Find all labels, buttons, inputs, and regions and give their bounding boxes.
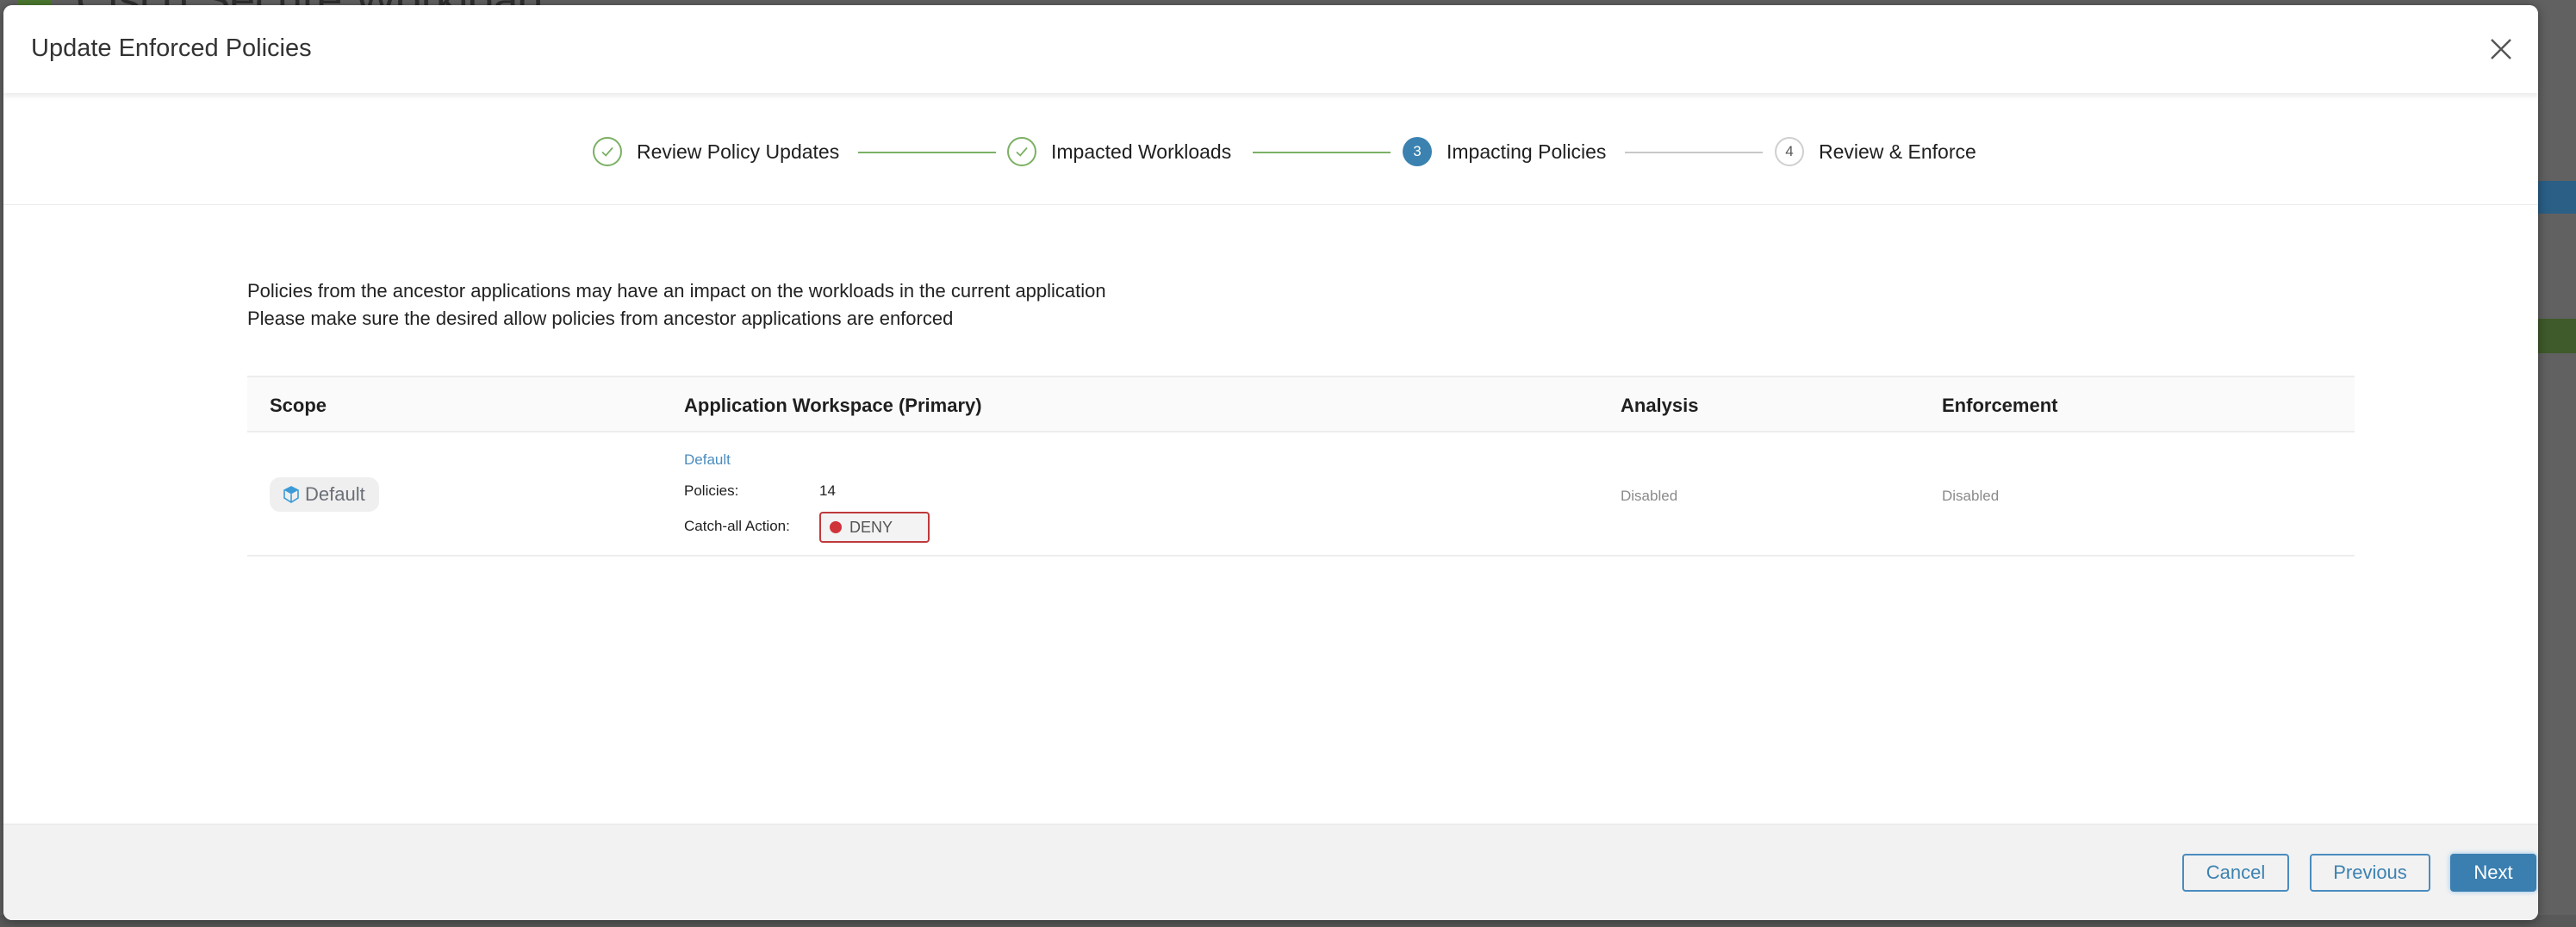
dialog-header: Update Enforced Policies — [3, 5, 2538, 93]
dialog-footer: Cancel Previous Next — [3, 824, 2538, 920]
step-connector — [1625, 152, 1763, 153]
previous-button[interactable]: Previous — [2310, 854, 2430, 892]
dialog-title: Update Enforced Policies — [31, 34, 312, 62]
scope-tag[interactable]: Default — [270, 477, 379, 512]
checkmark-icon — [1016, 146, 1028, 157]
policies-label: Policies: — [684, 482, 739, 499]
step-review-enforce: 4 Review & Enforce — [1775, 136, 1976, 167]
step-review-policy-updates: Review Policy Updates — [593, 136, 839, 167]
column-header-workspace: Application Workspace (Primary) — [684, 395, 982, 416]
step-number-pending: 4 — [1775, 137, 1804, 166]
policies-count: 14 — [819, 482, 836, 499]
step-connector — [1253, 152, 1391, 153]
step-impacting-policies: 3 Impacting Policies — [1403, 136, 1606, 167]
intro-line-2: Please make sure the desired allow polic… — [247, 308, 954, 329]
workspace-link[interactable]: Default — [684, 451, 731, 469]
catch-all-label: Catch-all Action: — [684, 518, 790, 534]
table-row: Default Default Policies: 14 Catch-all A… — [247, 432, 2355, 557]
intro-text: Policies from the ancestor applications … — [247, 277, 1106, 333]
next-button[interactable]: Next — [2450, 854, 2536, 892]
background-nav-strip — [2537, 181, 2576, 214]
close-icon — [2491, 39, 2511, 59]
column-header-enforcement: Enforcement — [1942, 395, 2058, 416]
background-button-strip — [2537, 319, 2576, 353]
table-header: Scope Application Workspace (Primary) An… — [247, 376, 2355, 432]
intro-line-1: Policies from the ancestor applications … — [247, 280, 1106, 302]
wizard-stepper: Review Policy Updates Impacted Workloads… — [3, 93, 2538, 205]
close-button[interactable] — [2488, 36, 2514, 62]
step-connector — [858, 152, 996, 153]
step-label: Impacted Workloads — [1051, 140, 1232, 163]
update-enforced-policies-dialog: Update Enforced Policies Review Policy U… — [3, 5, 2538, 920]
column-header-analysis: Analysis — [1621, 395, 1699, 416]
step-label: Review & Enforce — [1819, 140, 1976, 163]
cube-icon — [283, 486, 299, 503]
deny-status-dot-icon — [830, 521, 842, 533]
scope-name: Default — [305, 483, 365, 505]
step-completed-indicator — [1007, 137, 1036, 166]
step-completed-indicator — [593, 137, 622, 166]
analysis-status: Disabled — [1621, 488, 1678, 504]
step-label: Impacting Policies — [1447, 140, 1607, 163]
catch-all-value: DENY — [849, 518, 893, 536]
checkmark-icon — [601, 146, 613, 157]
impacting-policies-table: Scope Application Workspace (Primary) An… — [247, 376, 2355, 557]
cancel-button[interactable]: Cancel — [2182, 854, 2289, 892]
step-number-active: 3 — [1403, 137, 1432, 166]
column-header-scope: Scope — [270, 395, 327, 416]
step-label: Review Policy Updates — [637, 140, 840, 163]
step-impacted-workloads: Impacted Workloads — [1007, 136, 1231, 167]
catch-all-action-badge: DENY — [819, 512, 930, 543]
enforcement-status: Disabled — [1942, 488, 2000, 504]
